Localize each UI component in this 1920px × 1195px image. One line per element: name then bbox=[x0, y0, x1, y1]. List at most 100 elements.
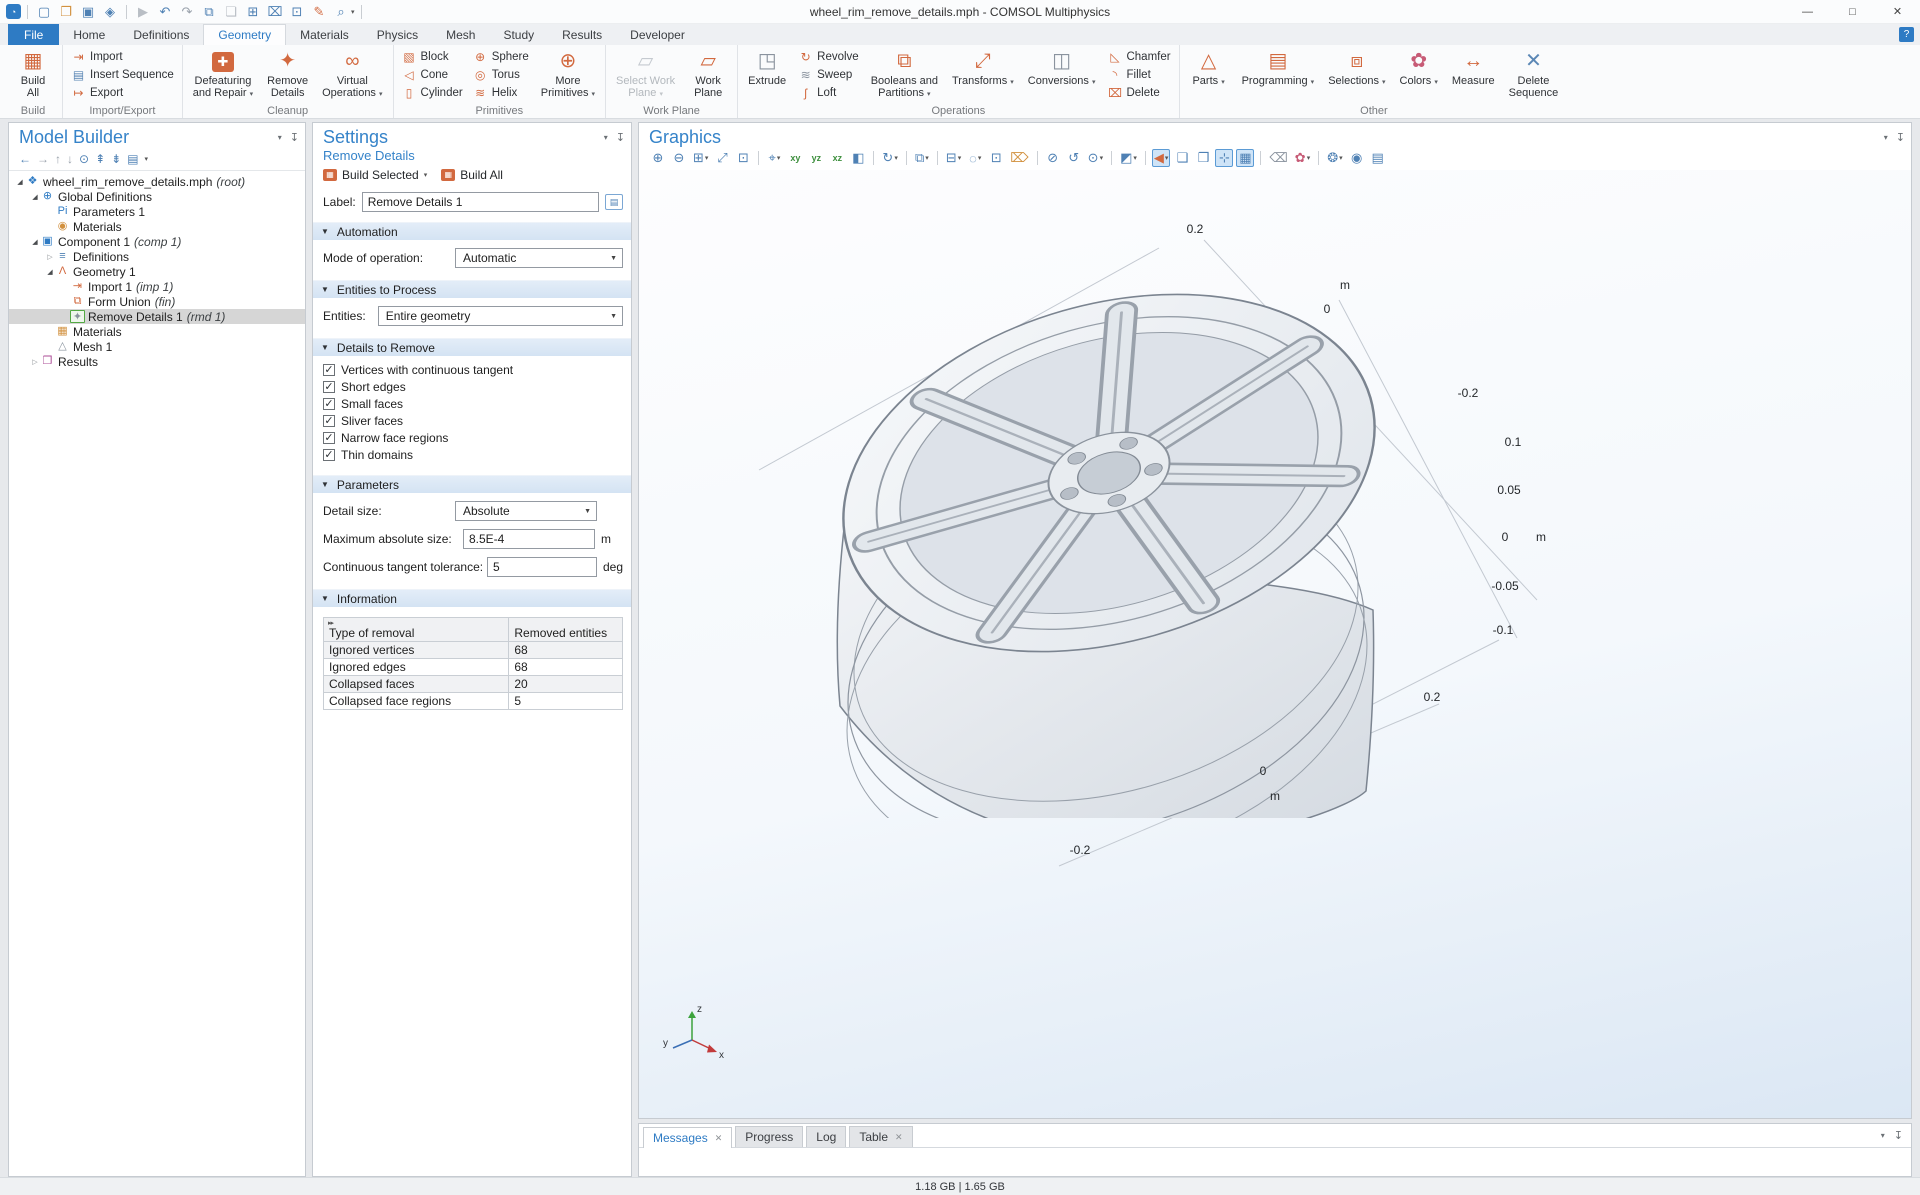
mode-of-operation-select[interactable]: Automatic ▼ bbox=[455, 248, 623, 268]
chevron-down-icon[interactable]: ▾ bbox=[278, 133, 282, 142]
pin-icon[interactable]: ↧ bbox=[290, 131, 299, 144]
entities-select[interactable]: Entire geometry ▼ bbox=[378, 306, 623, 326]
more-primitives-button[interactable]: ⊕MorePrimitives ▾ bbox=[535, 46, 601, 105]
go-to-view-icon[interactable]: ⌖▾ bbox=[765, 149, 783, 167]
chevron-down-icon[interactable]: ▾ bbox=[1884, 133, 1888, 142]
tree-expander-icon[interactable]: ◢ bbox=[30, 193, 40, 201]
section-entities-to-process[interactable]: ▼ Entities to Process bbox=[313, 280, 631, 298]
tab-log[interactable]: Log bbox=[806, 1126, 846, 1147]
minimize-button[interactable]: — bbox=[1785, 0, 1830, 24]
node-text-button[interactable]: ▤ bbox=[127, 152, 138, 166]
tab-results[interactable]: Results bbox=[548, 24, 616, 45]
tree-node-component-1[interactable]: ◢▣Component 1(comp 1) bbox=[9, 234, 305, 249]
view-hidden-icon[interactable]: ⊙▾ bbox=[1086, 149, 1105, 167]
cone-button[interactable]: ◁Cone bbox=[398, 66, 467, 84]
pin-icon[interactable]: ↧ bbox=[616, 131, 625, 144]
build-selected-button[interactable]: ▦ Build Selected ▾ bbox=[323, 168, 427, 182]
programming-button[interactable]: ▤Programming ▾ bbox=[1236, 46, 1321, 105]
torus-button[interactable]: ◎Torus bbox=[469, 66, 533, 84]
rename-icon[interactable]: ▤ bbox=[605, 194, 623, 210]
graphics-objects-icon[interactable]: ⧉▾ bbox=[913, 149, 931, 167]
tab-progress[interactable]: Progress bbox=[735, 1126, 803, 1147]
view-rotation-icon[interactable]: ↻▾ bbox=[880, 149, 899, 167]
go-forward-button[interactable]: → bbox=[37, 152, 49, 166]
color-palette-icon[interactable]: ✿▾ bbox=[1293, 149, 1312, 167]
transforms-button[interactable]: ⤢Transforms ▾ bbox=[946, 46, 1020, 105]
tree-node-materials[interactable]: ▦Materials bbox=[9, 324, 305, 339]
clear-selection-icon[interactable]: ⌦ bbox=[1008, 149, 1030, 167]
move-down-button[interactable]: ↓ bbox=[67, 152, 73, 166]
checkbox-narrow-face-regions[interactable]: ✓Narrow face regions bbox=[323, 429, 623, 446]
tree-node-remove-details-1[interactable]: ✦Remove Details 1(rmd 1) bbox=[9, 309, 305, 324]
selections-button[interactable]: ⧈Selections ▾ bbox=[1322, 46, 1391, 105]
parts-button[interactable]: △Parts ▾ bbox=[1184, 46, 1234, 105]
helix-button[interactable]: ≋Helix bbox=[469, 84, 533, 102]
undo-button[interactable]: ↶ bbox=[155, 2, 175, 22]
tree-node-results[interactable]: ▷❒Results bbox=[9, 354, 305, 369]
chamfer-button[interactable]: ◺Chamfer bbox=[1103, 48, 1174, 66]
tab-file[interactable]: File bbox=[8, 24, 59, 45]
hide-selected-icon[interactable]: ⊘ bbox=[1044, 149, 1062, 167]
tab-messages[interactable]: Messages✕ bbox=[643, 1127, 732, 1148]
app-icon[interactable]: ◔ bbox=[6, 4, 21, 19]
tab-geometry[interactable]: Geometry bbox=[203, 24, 286, 45]
zoom-box-icon[interactable]: ⊞▾ bbox=[691, 149, 710, 167]
insert-sequence-button[interactable]: ▤Insert Sequence bbox=[67, 66, 178, 84]
tree-node-form-union[interactable]: ⧉Form Union(fin) bbox=[9, 294, 305, 309]
tree-node-parameters-1[interactable]: PiParameters 1 bbox=[9, 204, 305, 219]
tab-definitions[interactable]: Definitions bbox=[119, 24, 203, 45]
fillet-button[interactable]: ◝Fillet bbox=[1103, 66, 1174, 84]
reset-hiding-icon[interactable]: ↺ bbox=[1065, 149, 1083, 167]
sweep-button[interactable]: ≋Sweep bbox=[794, 66, 863, 84]
save-as-button[interactable]: ◈ bbox=[100, 2, 120, 22]
chevron-down-icon[interactable]: ▾ bbox=[1881, 1131, 1885, 1140]
delete-button[interactable]: ⌧ bbox=[265, 2, 285, 22]
chevron-down-icon[interactable]: ▾ bbox=[604, 133, 608, 142]
delete-sequence-button[interactable]: ✕DeleteSequence bbox=[1503, 46, 1565, 105]
import-button[interactable]: ⇥Import bbox=[67, 48, 178, 66]
checkbox-small-faces[interactable]: ✓Small faces bbox=[323, 395, 623, 412]
collapse-all-button[interactable]: ⇟ bbox=[111, 152, 121, 166]
section-details-to-remove[interactable]: ▼ Details to Remove bbox=[313, 338, 631, 356]
zoom-out-icon[interactable]: ⊖ bbox=[670, 149, 688, 167]
remove-color-icon[interactable]: ⌫ bbox=[1267, 149, 1289, 167]
select-button[interactable]: ⊡ bbox=[287, 2, 307, 22]
loft-button[interactable]: ʃLoft bbox=[794, 84, 863, 102]
search-button[interactable]: ⌕ bbox=[331, 2, 351, 22]
image-snapshot-icon[interactable]: ◉ bbox=[1348, 149, 1366, 167]
maximize-button[interactable]: □ bbox=[1830, 0, 1875, 24]
show-grid-button[interactable]: ▦ bbox=[1236, 149, 1254, 167]
draw-button[interactable]: ✎ bbox=[309, 2, 329, 22]
block-button[interactable]: ▧Block bbox=[398, 48, 467, 66]
redo-button[interactable]: ↷ bbox=[177, 2, 197, 22]
tree-expander-icon[interactable]: ▷ bbox=[30, 358, 40, 366]
zoom-extents-icon[interactable]: ⤢ bbox=[713, 149, 731, 167]
zoom-in-icon[interactable]: ⊕ bbox=[649, 149, 667, 167]
checkbox-icon[interactable]: ✓ bbox=[323, 432, 335, 444]
zoom-to-selection-icon[interactable]: ⊡ bbox=[734, 149, 752, 167]
section-information[interactable]: ▼ Information bbox=[313, 589, 631, 607]
remove-details-button[interactable]: ✦RemoveDetails bbox=[261, 46, 314, 105]
tab-mesh[interactable]: Mesh bbox=[432, 24, 489, 45]
expand-all-button[interactable]: ⇞ bbox=[95, 152, 105, 166]
pin-icon[interactable]: ↧ bbox=[1894, 1129, 1903, 1142]
pin-icon[interactable]: ↧ bbox=[1896, 131, 1905, 144]
close-button[interactable]: ✕ bbox=[1875, 0, 1920, 24]
tab-materials[interactable]: Materials bbox=[286, 24, 363, 45]
tree-node-definitions[interactable]: ▷≡Definitions bbox=[9, 249, 305, 264]
tree-node-mesh-1[interactable]: △Mesh 1 bbox=[9, 339, 305, 354]
checkbox-vertices-with-continuous-tangent[interactable]: ✓Vertices with continuous tangent bbox=[323, 361, 623, 378]
help-button[interactable]: ? bbox=[1899, 27, 1914, 42]
booleans-and-partitions-button[interactable]: ⧉Booleans andPartitions ▾ bbox=[865, 46, 944, 105]
scene-projection-icon[interactable]: ◧ bbox=[849, 149, 867, 167]
checkbox-icon[interactable]: ✓ bbox=[323, 415, 335, 427]
export-button[interactable]: ↦Export bbox=[67, 84, 178, 102]
checkbox-short-edges[interactable]: ✓Short edges bbox=[323, 378, 623, 395]
table-row[interactable]: Collapsed face regions5 bbox=[324, 693, 623, 710]
detail-size-select[interactable]: Absolute ▼ bbox=[455, 501, 597, 521]
print-icon[interactable]: ▤ bbox=[1369, 149, 1387, 167]
new-file-button[interactable]: ▢ bbox=[34, 2, 54, 22]
conversions-button[interactable]: ◫Conversions ▾ bbox=[1022, 46, 1102, 105]
tree-node-materials[interactable]: ◉Materials bbox=[9, 219, 305, 234]
save-button[interactable]: ▣ bbox=[78, 2, 98, 22]
